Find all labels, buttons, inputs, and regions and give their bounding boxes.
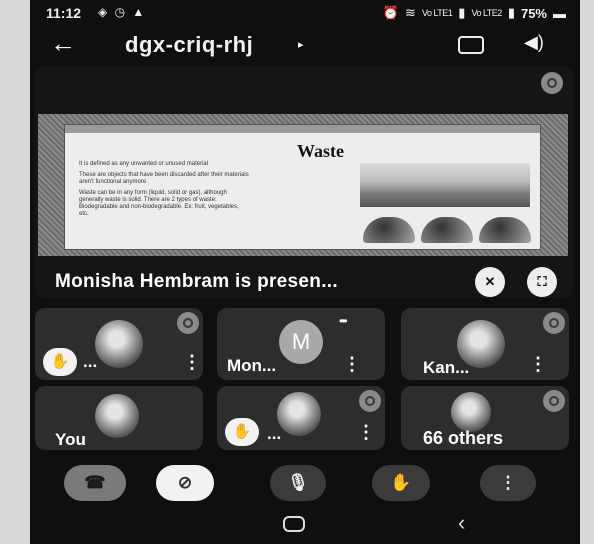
status-time: 11:12 xyxy=(46,5,82,21)
system-nav-bar: ‹ xyxy=(30,508,580,544)
signal-icon: ▮ xyxy=(458,5,466,20)
presentation-panel[interactable]: Waste It is defined as any unwanted or u… xyxy=(35,66,573,298)
more-vert-icon[interactable]: ⋮ xyxy=(343,354,361,375)
home-button[interactable] xyxy=(283,516,305,532)
others-tile[interactable]: 66 others xyxy=(401,386,569,450)
back-arrow-icon[interactable]: ← xyxy=(50,28,76,59)
raise-hand-button[interactable]: ✋ xyxy=(372,465,430,501)
more-options-button[interactable]: ⋮ xyxy=(480,465,536,501)
end-call-button[interactable]: ☎ xyxy=(64,465,126,501)
slide-landscape-image xyxy=(360,163,530,207)
avatar xyxy=(95,394,139,438)
network-label-2: Vo LTE2 xyxy=(471,8,502,18)
microphone-button[interactable]: 🎙 xyxy=(270,465,326,501)
presenting-label: Monisha Hembram is presen... xyxy=(55,271,338,292)
slide-thumbnail-image xyxy=(479,217,531,243)
shared-screen: Waste It is defined as any unwanted or u… xyxy=(38,114,568,256)
presenting-bar: Monisha Hembram is presen... ✕ ⛶ xyxy=(35,266,573,298)
raised-hand-icon: ✋ xyxy=(225,418,259,446)
slide-bullets: It is defined as any unwanted or unused … xyxy=(79,161,249,222)
back-nav-icon[interactable]: ‹ xyxy=(458,510,465,536)
participant-tile[interactable]: ✋ ... ⋮ xyxy=(35,308,203,380)
more-vert-icon[interactable]: ⋮ xyxy=(183,352,201,373)
signal-icon-2: ▮ xyxy=(507,5,515,20)
participant-name: You xyxy=(55,430,86,449)
avatar xyxy=(95,320,143,368)
battery-icon: ▬ xyxy=(553,5,566,21)
slide-bullet: Waste can be in any form (liquid, solid … xyxy=(79,190,239,217)
avatar xyxy=(451,392,491,432)
wifi-icon: ≋ xyxy=(405,5,416,20)
caret-right-icon[interactable]: ▸ xyxy=(298,38,304,51)
others-count: 66 others xyxy=(423,428,504,448)
pin-icon[interactable] xyxy=(541,72,563,94)
unpin-presentation-icon[interactable]: ✕ xyxy=(475,267,505,297)
meet-screen: 11:12 ◈ ◷ ▲ ⏰ ≋ Vo LTE1 ▮ Vo LTE2 ▮ 75% … xyxy=(30,0,580,544)
raised-hand-icon: ✋ xyxy=(43,348,77,376)
status-bar: 11:12 ◈ ◷ ▲ ⏰ ≋ Vo LTE1 ▮ Vo LTE2 ▮ 75% … xyxy=(30,0,580,26)
meeting-header: ← dgx-criq-rhj ▸ ◀) xyxy=(30,26,580,62)
slide-header-bar xyxy=(65,125,540,133)
participant-tile[interactable]: Kan... ⋮ xyxy=(401,308,569,380)
avatar xyxy=(277,392,321,436)
mic-muted-icon xyxy=(359,390,381,412)
more-vert-icon[interactable]: ⋮ xyxy=(357,422,375,443)
participant-tile[interactable]: ✋ ... ⋮ xyxy=(217,386,385,450)
mic-muted-icon xyxy=(177,312,199,334)
speaking-indicator-icon: ••• xyxy=(339,314,347,328)
battery-percent: 75% xyxy=(520,5,547,21)
meeting-code[interactable]: dgx-criq-rhj xyxy=(125,32,253,58)
call-controls: ☎ ⊘ 🎙 ✋ ⋮ xyxy=(30,458,580,508)
mic-muted-icon xyxy=(543,312,565,334)
camera-off-button[interactable]: ⊘ xyxy=(156,465,214,501)
slide-thumbnail-image xyxy=(421,217,473,243)
participant-name: Mon... xyxy=(227,356,277,375)
slide-title: Waste xyxy=(297,141,344,161)
switch-camera-icon[interactable] xyxy=(458,36,484,54)
avatar: M xyxy=(279,320,323,364)
mic-muted-icon xyxy=(543,390,565,412)
network-label-1: Vo LTE1 xyxy=(421,8,453,18)
participant-name: ... xyxy=(267,424,282,443)
participant-tile[interactable]: ••• M Mon... ⋮ xyxy=(217,308,385,380)
fullscreen-icon[interactable]: ⛶ xyxy=(527,267,557,297)
speaker-icon[interactable]: ◀) xyxy=(524,32,544,53)
slide-thumbnail-image xyxy=(363,217,415,243)
slide-bullet: These are objects that have been discard… xyxy=(79,172,249,185)
participant-name: Kan... xyxy=(423,358,470,377)
more-vert-icon[interactable]: ⋮ xyxy=(529,354,547,375)
alarm-icon: ⏰ xyxy=(382,5,400,20)
participant-name: ... xyxy=(83,352,98,371)
slide-bullet: It is defined as any unwanted or unused … xyxy=(79,161,209,167)
participant-tile-self[interactable]: You xyxy=(35,386,203,450)
notification-icons: ◈ ◷ ▲ xyxy=(98,5,147,19)
slide: Waste It is defined as any unwanted or u… xyxy=(64,124,541,250)
